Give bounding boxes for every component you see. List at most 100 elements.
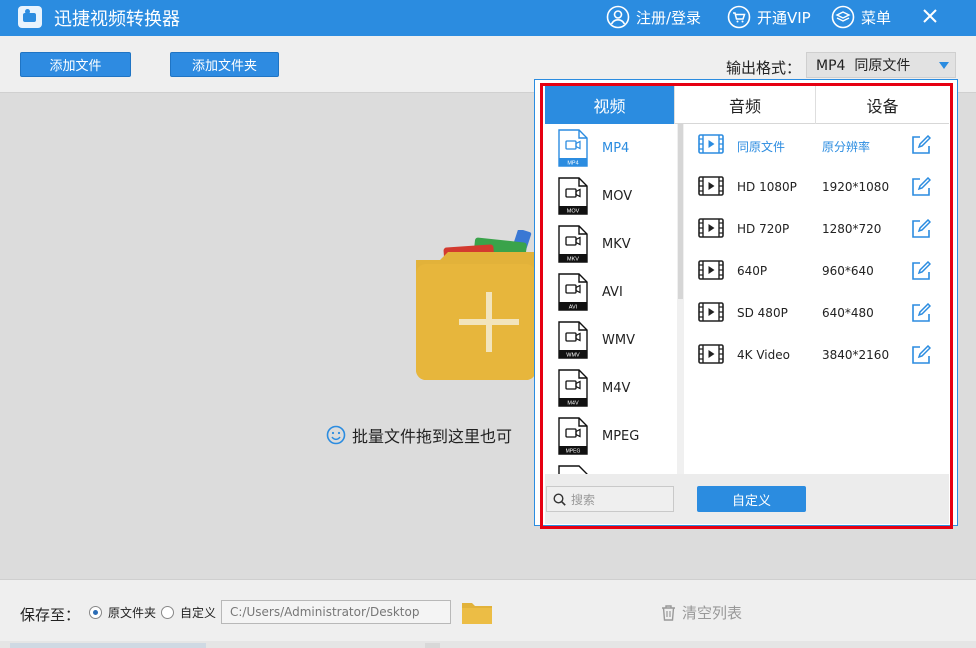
format-list-scrollbar[interactable]: [677, 124, 684, 474]
film-icon: [698, 218, 724, 238]
format-item-partial[interactable]: [545, 460, 675, 474]
format-item-mp4[interactable]: MP4 MP4: [545, 124, 675, 172]
output-format-label: 输出格式：: [726, 59, 802, 77]
output-format-select[interactable]: MP4 同原文件: [806, 52, 956, 78]
preset-row[interactable]: 同原文件 原分辨率: [685, 124, 949, 166]
preset-row[interactable]: 4K Video 3840*2160: [685, 334, 949, 376]
save-path-input[interactable]: C:/Users/Administrator/Desktop: [221, 600, 451, 624]
preset-name: HD 720P: [737, 222, 790, 236]
format-item-avi[interactable]: AVI AVI: [545, 268, 675, 316]
preset-row[interactable]: HD 720P 1280*720: [685, 208, 949, 250]
drop-hint-text: 批量文件拖到这里也可: [352, 427, 513, 446]
menu-button[interactable]: 菜单: [831, 4, 891, 30]
search-placeholder: 搜索: [571, 492, 596, 507]
preset-name: SD 480P: [737, 306, 788, 320]
preset-row[interactable]: 640P 960*640: [685, 250, 949, 292]
edit-icon[interactable]: [911, 135, 931, 155]
svg-text:MKV: MKV: [567, 257, 579, 263]
scrollbar-segment: [425, 643, 440, 648]
custom-folder-radio[interactable]: [161, 606, 174, 619]
video-file-icon: MOV: [558, 177, 588, 215]
format-label: MKV: [602, 237, 631, 252]
tab-video[interactable]: 视频: [545, 85, 675, 124]
open-vip-button[interactable]: 开通VIP: [727, 4, 811, 30]
trash-icon: [662, 605, 675, 621]
dropdown-arrow-icon: [939, 62, 949, 69]
menu-label: 菜单: [861, 8, 892, 27]
open-vip-label: 开通VIP: [757, 8, 811, 27]
svg-text:M4V: M4V: [567, 401, 579, 407]
register-login-button[interactable]: 注册/登录: [606, 4, 701, 30]
add-file-button[interactable]: 添加文件: [20, 52, 131, 77]
preset-row[interactable]: SD 480P 640*480: [685, 292, 949, 334]
register-login-label: 注册/登录: [636, 8, 702, 27]
format-item-wmv[interactable]: WMV WMV: [545, 316, 675, 364]
horizontal-scrollbar[interactable]: [0, 641, 976, 648]
format-label: M4V: [602, 381, 631, 396]
preset-resolution: 1920*1080: [822, 180, 890, 194]
svg-text:MP4: MP4: [567, 161, 578, 167]
custom-folder-label: 自定义: [180, 606, 217, 620]
scrollbar-segment: [10, 643, 206, 648]
format-item-m4v[interactable]: M4V M4V: [545, 364, 675, 412]
custom-preset-button[interactable]: 自定义: [697, 486, 806, 512]
title-bar: 迅捷视频转换器 注册/登录 开通VIP 菜单: [0, 0, 976, 36]
close-icon[interactable]: [920, 6, 940, 26]
preset-resolution: 640*480: [822, 306, 874, 320]
edit-icon[interactable]: [911, 219, 931, 239]
preset-name: 4K Video: [737, 348, 790, 362]
tab-audio[interactable]: 音频: [675, 85, 816, 124]
drop-hint: 批量文件拖到这里也可: [326, 423, 512, 447]
film-icon: [698, 344, 724, 364]
format-item-mpeg[interactable]: MPEG MPEG: [545, 412, 675, 460]
format-label: MOV: [602, 189, 633, 204]
film-icon: [698, 302, 724, 322]
add-folder-button[interactable]: 添加文件夹: [170, 52, 279, 77]
video-file-icon: MKV: [558, 225, 588, 263]
clear-list-button[interactable]: 清空列表: [660, 602, 742, 623]
preset-resolution: 原分辨率: [822, 140, 871, 154]
bottom-bar: 保存至： 原文件夹 自定义 C:/Users/Administrator/Des…: [0, 579, 976, 648]
browse-folder-icon[interactable]: [461, 599, 493, 625]
format-label: MPEG: [602, 429, 640, 444]
search-icon: [553, 492, 566, 506]
app-title: 迅捷视频转换器: [54, 9, 180, 30]
film-icon: [698, 134, 724, 154]
svg-text:AVI: AVI: [569, 305, 578, 311]
preset-resolution: 3840*2160: [822, 348, 890, 362]
original-folder-label: 原文件夹: [108, 606, 157, 620]
edit-icon[interactable]: [911, 303, 931, 323]
layers-icon: [831, 5, 855, 29]
preset-list: 同原文件 原分辨率 HD 1080P 1920*1080 HD 720P 128…: [685, 124, 949, 474]
format-item-mkv[interactable]: MKV MKV: [545, 220, 675, 268]
scrollbar-thumb[interactable]: [678, 124, 683, 299]
video-file-icon: M4V: [558, 369, 588, 407]
edit-icon[interactable]: [911, 345, 931, 365]
user-icon: [606, 5, 630, 29]
format-label: MP4: [602, 141, 630, 156]
video-file-icon: AVI: [558, 273, 588, 311]
svg-text:MOV: MOV: [567, 209, 580, 215]
svg-text:MPEG: MPEG: [566, 449, 581, 455]
tab-device[interactable]: 设备: [816, 85, 949, 124]
video-file-icon: WMV: [558, 321, 588, 359]
edit-icon[interactable]: [911, 177, 931, 197]
format-item-mov[interactable]: MOV MOV: [545, 172, 675, 220]
add-folder-icon[interactable]: [414, 230, 536, 380]
original-folder-radio[interactable]: [89, 606, 102, 619]
format-tabs: 视频 音频 设备: [545, 85, 949, 124]
edit-icon[interactable]: [911, 261, 931, 281]
preset-name: 640P: [737, 264, 768, 278]
film-icon: [698, 176, 724, 196]
preset-resolution: 960*640: [822, 264, 874, 278]
clear-list-label: 清空列表: [682, 604, 743, 622]
app-logo-icon: [18, 6, 42, 28]
format-search-input[interactable]: 搜索: [546, 486, 674, 512]
format-label: AVI: [602, 285, 623, 300]
format-list: MP4 MP4 MOV MOV MKV MKV AVI AVI WMV WMV …: [545, 124, 675, 474]
svg-text:WMV: WMV: [566, 353, 580, 359]
preset-row[interactable]: HD 1080P 1920*1080: [685, 166, 949, 208]
cart-icon: [727, 5, 751, 29]
smile-icon: [326, 425, 346, 445]
popup-footer: 搜索 自定义: [545, 474, 949, 524]
